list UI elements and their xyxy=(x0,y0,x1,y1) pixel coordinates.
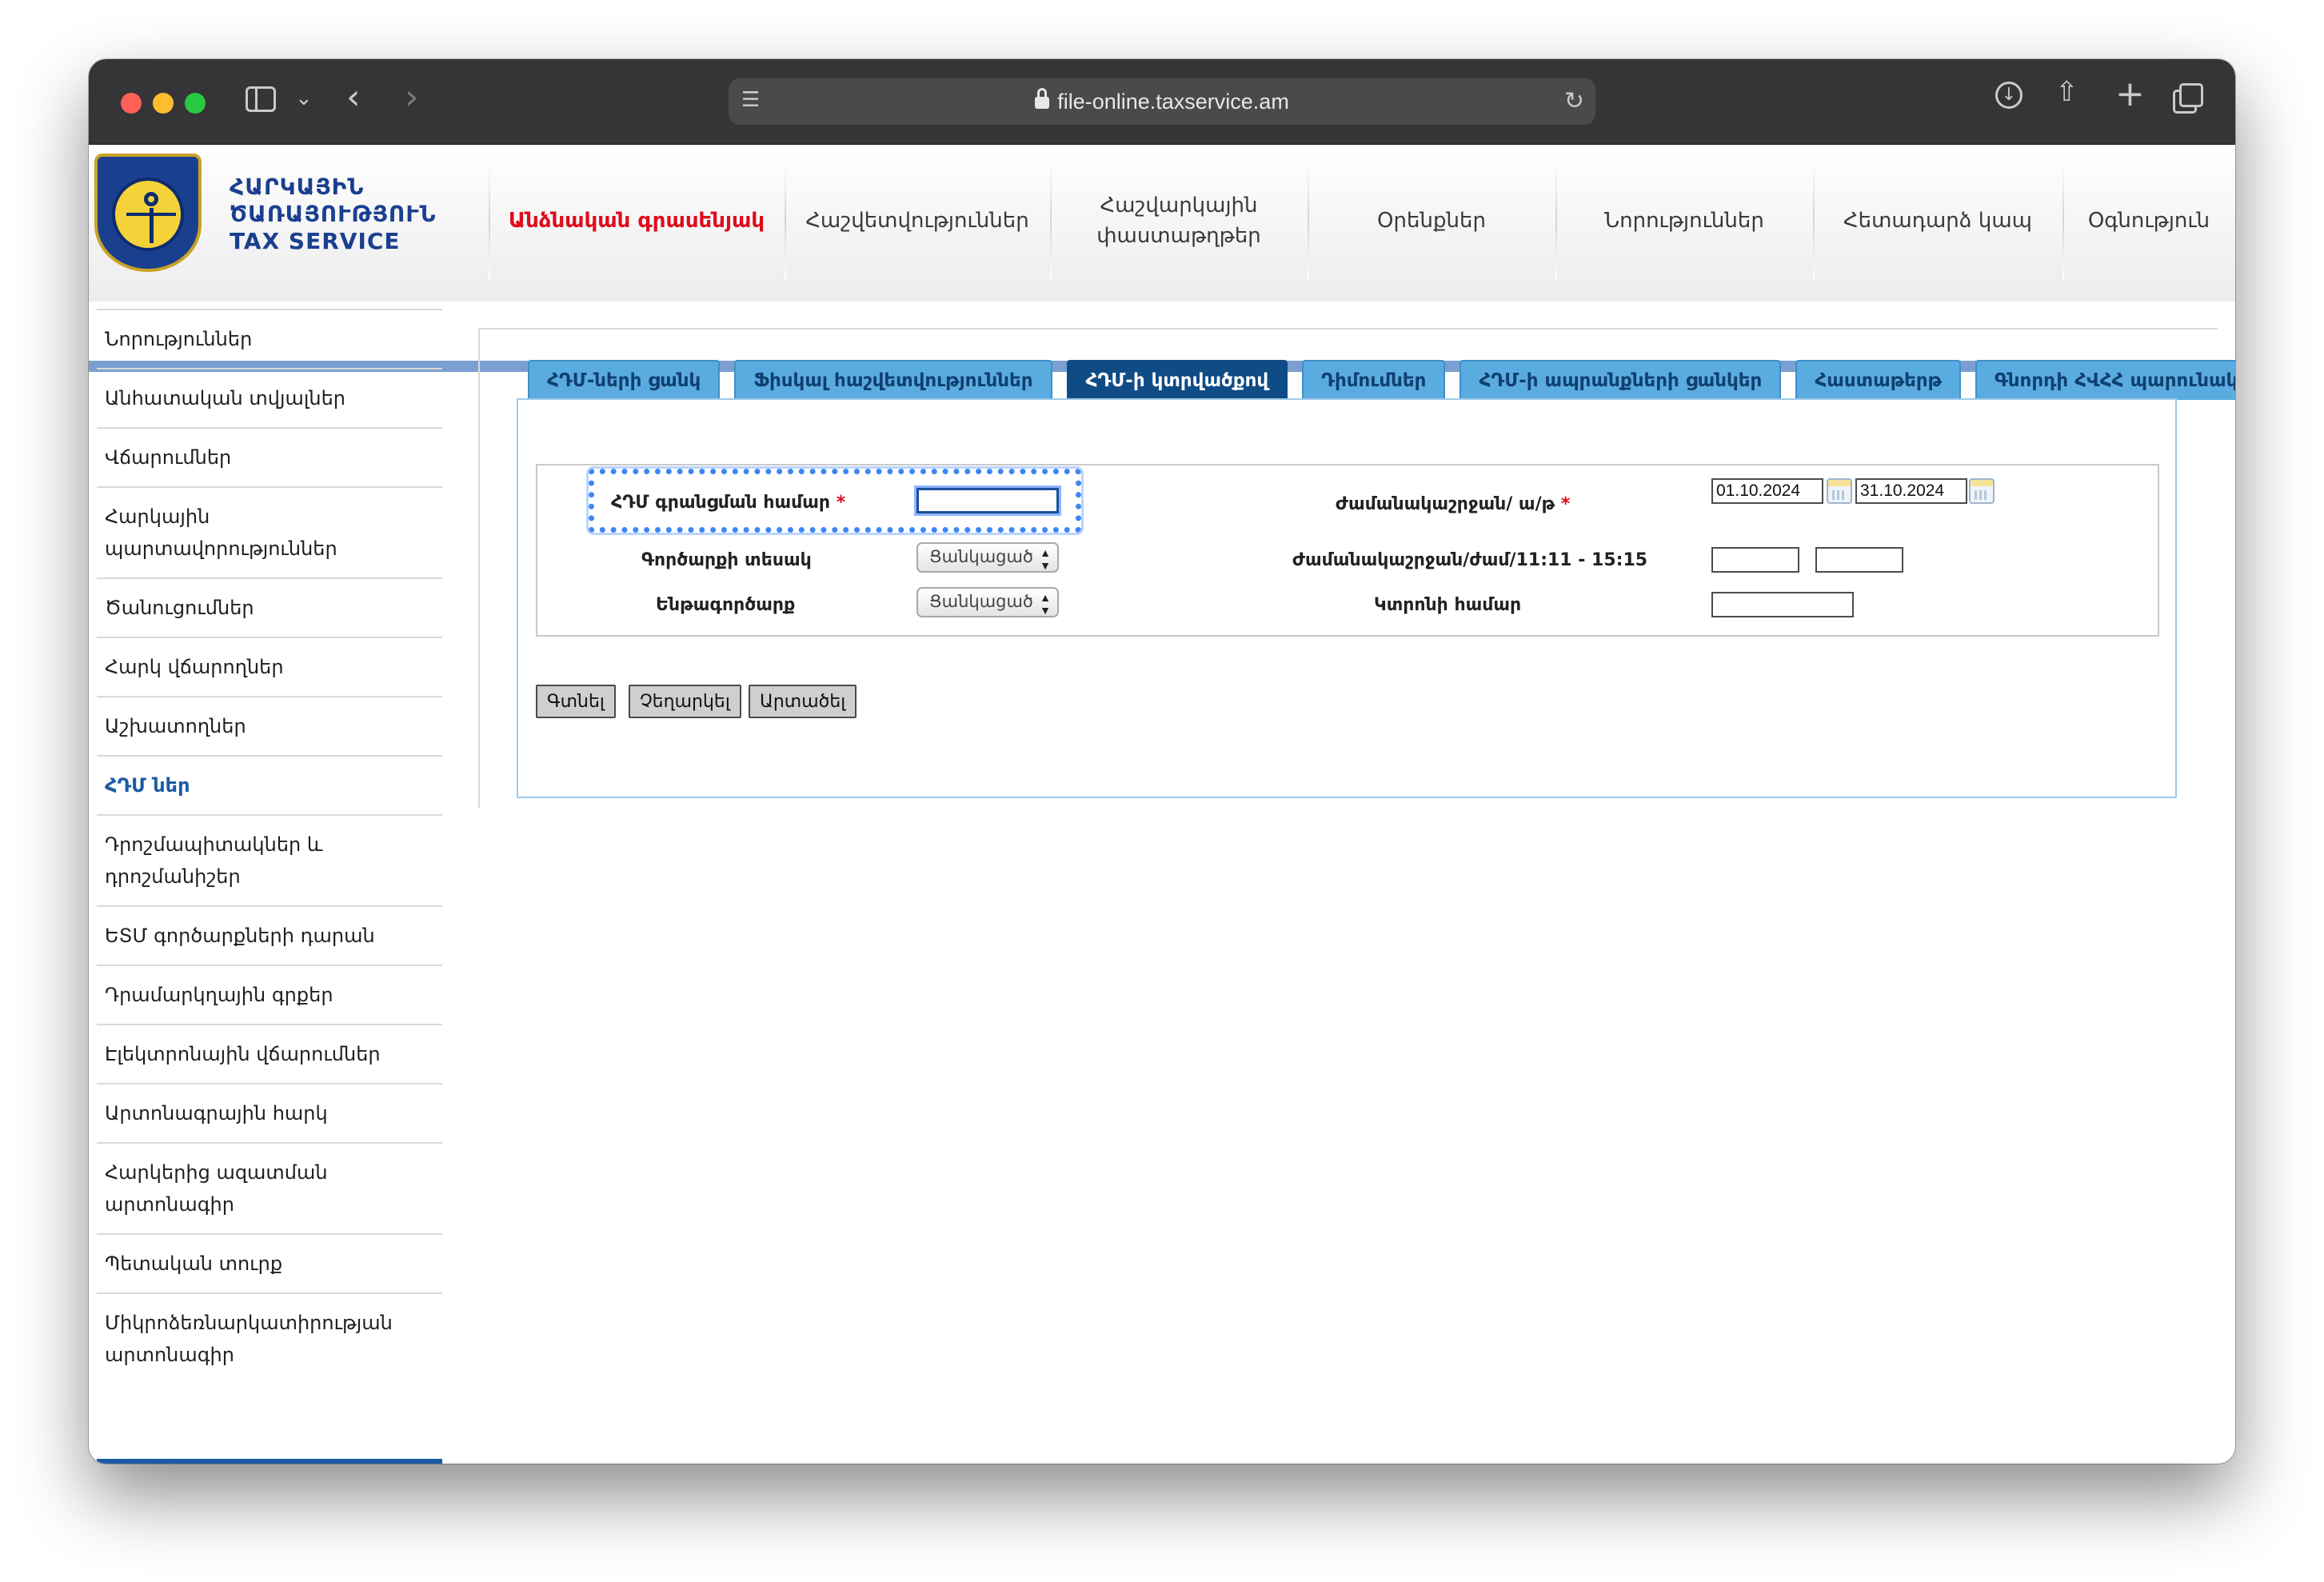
ecr-reg-label: ՀԴՄ գրանցման համար * xyxy=(611,493,846,513)
forward-arrow-icon[interactable]: › xyxy=(405,80,419,115)
time-period-label: Ժամանակաշրջան/ժամ/11:11 - 15:15 xyxy=(1292,550,1648,570)
tab-staff-list[interactable]: Հաստաթերթ xyxy=(1795,360,1962,400)
sidebar-item-stamps[interactable]: Դրոշմապիտակներ և դրոշմանիշեր xyxy=(97,814,442,905)
time-from-input[interactable] xyxy=(1711,547,1799,573)
sidebar-toggle-icon[interactable] xyxy=(246,86,276,112)
share-icon[interactable]: ⇧ xyxy=(2055,78,2078,106)
sidebar-menu: Նորություններ Անհատական տվյալներ Վճարում… xyxy=(97,309,442,1384)
close-window-button[interactable] xyxy=(121,93,142,114)
sidebar-item-tax-liabilities[interactable]: Հարկային պարտավորություններ xyxy=(97,486,442,577)
ecr-reg-input[interactable] xyxy=(914,485,1061,516)
sidebar-item-tax-exemption[interactable]: Հարկերից ազատման արտոնագիր xyxy=(97,1142,442,1233)
sidebar-item-electronic-payments[interactable]: Էլեկտրոնային վճարումներ xyxy=(97,1024,442,1083)
tab-buyer-tin-receipts[interactable]: Գնորդի ՀՎՀՀ պարունակող կտրոններ xyxy=(1975,360,2235,400)
logo-line: ՀԱՐԿԱՅԻՆ xyxy=(230,174,365,200)
sidebar-item-cash-books[interactable]: Դրամարկղային գրքեր xyxy=(97,965,442,1024)
export-button[interactable]: Արտածել xyxy=(749,685,857,718)
suboperation-label: Ենթագործարք xyxy=(656,595,796,615)
sidebar-item-ecr[interactable]: ՀԴՄ ներ xyxy=(97,755,442,814)
tab-content: ՀԴՄ գրանցման համար * Ժամանակաշրջան/ ա/թ … xyxy=(517,398,2177,798)
sidebar-item-notifications[interactable]: Ծանուցումներ xyxy=(97,577,442,637)
tab-strip: ՀԴՄ-ների ցանկ Ֆիսկալ հաշվետվություններ Հ… xyxy=(528,360,2235,400)
address-bar[interactable]: ☰ file-online.taxservice.am ↻ xyxy=(729,78,1595,125)
logo-line: ԾԱՌԱՅՈՒԹՅՈՒՆ xyxy=(230,201,437,227)
sidebar-item-license-tax[interactable]: Արտոնագրային հարկ xyxy=(97,1083,442,1142)
select-arrows-icon: ▲ ▼ xyxy=(1040,591,1051,617)
sidebar-item-state-duty[interactable]: Պետական տուրք xyxy=(97,1233,442,1292)
sidebar-item-employees[interactable]: Աշխատողներ xyxy=(97,696,442,755)
logo-line: TAX SERVICE xyxy=(230,228,401,254)
site-header: ՀԱՐԿԱՅԻՆ ԾԱՌԱՅՈՒԹՅՈՒՆ TAX SERVICE Անձնակ… xyxy=(89,145,2235,372)
search-button[interactable]: Գտնել xyxy=(536,685,616,718)
site-logo-text[interactable]: ՀԱՐԿԱՅԻՆ ԾԱՌԱՅՈՒԹՅՈՒՆ TAX SERVICE xyxy=(230,174,437,255)
operation-type-label: Գործարքի տեսակ xyxy=(641,550,812,570)
sidebar-item-news[interactable]: Նորություններ xyxy=(97,309,442,368)
tab-by-ecr[interactable]: ՀԴՄ-ի կտրվածքով xyxy=(1066,360,1288,400)
calendar-icon[interactable] xyxy=(1969,478,1995,504)
chevron-down-icon[interactable]: ⌄ xyxy=(295,88,313,109)
reset-button[interactable]: Չեղարկել xyxy=(629,685,741,718)
receipt-number-label: Կտրոնի համար xyxy=(1374,595,1522,615)
top-navigation: Անձնական գրասենյակ Հաշվետվություններ Հաշ… xyxy=(489,145,2235,302)
sidebar-item-taxpayers[interactable]: Հարկ վճարողներ xyxy=(97,637,442,696)
time-to-input[interactable] xyxy=(1815,547,1903,573)
sidebar-item-microbusiness[interactable]: Միկրոձեռնարկատիրության արտոնագիր xyxy=(97,1292,442,1384)
date-from-input[interactable] xyxy=(1711,478,1823,504)
receipt-number-input[interactable] xyxy=(1711,592,1854,617)
tab-ecr-list[interactable]: ՀԴՄ-ների ցանկ xyxy=(528,360,721,400)
browser-toolbar: ⌄ ‹ › ☰ file-online.taxservice.am ↻ ↓ ⇧ … xyxy=(89,59,2235,145)
tab-overview-icon[interactable] xyxy=(2173,83,2203,114)
tab-applications[interactable]: Դիմումներ xyxy=(1302,360,1446,400)
nav-feedback[interactable]: Հետադարձ կապ xyxy=(1813,145,2062,297)
suboperation-select[interactable]: Ցանկացած ▲ ▼ xyxy=(916,587,1059,617)
suboperation-value: Ցանկացած xyxy=(929,593,1033,611)
nav-settlement-documents[interactable]: Հաշվարկային փաստաթղթեր xyxy=(1050,145,1308,297)
browser-window: ⌄ ‹ › ☰ file-online.taxservice.am ↻ ↓ ⇧ … xyxy=(89,59,2235,1464)
nav-personal-office[interactable]: Անձնական գրասենյակ xyxy=(489,145,785,297)
main-content: ՀԴՄ-ների ցանկ Ֆիսկալ հաշվետվություններ Հ… xyxy=(478,328,2235,808)
download-icon[interactable]: ↓ xyxy=(1995,82,2023,109)
nav-reports[interactable]: Հաշվետվություններ xyxy=(785,145,1050,297)
minimize-window-button[interactable] xyxy=(153,93,174,114)
operation-type-select[interactable]: Ցանկացած ▲ ▼ xyxy=(916,542,1059,573)
nav-help[interactable]: Օգնություն xyxy=(2062,145,2235,297)
new-tab-icon[interactable]: + xyxy=(2115,77,2145,112)
nav-news[interactable]: Նորություններ xyxy=(1555,145,1813,297)
reload-icon[interactable]: ↻ xyxy=(1564,90,1584,114)
sidebar-item-eaeu-transactions[interactable]: ԵՏՄ գործարքների դարան xyxy=(97,905,442,965)
tab-ecr-product-lists[interactable]: ՀԴՄ-ի ապրանքների ցանկեր xyxy=(1459,360,1782,400)
operation-type-value: Ցանկացած xyxy=(929,548,1033,566)
period-label: Ժամանակաշրջան/ ա/թ * xyxy=(1336,494,1571,514)
search-form: ՀԴՄ գրանցման համար * Ժամանակաշրջան/ ա/թ … xyxy=(536,464,2159,637)
tax-service-emblem[interactable] xyxy=(94,154,202,272)
calendar-icon[interactable] xyxy=(1827,478,1852,504)
date-to-input[interactable] xyxy=(1855,478,1967,504)
back-arrow-icon[interactable]: ‹ xyxy=(346,80,361,115)
url-text: file-online.taxservice.am xyxy=(1057,89,1289,114)
sidebar-bottom-bar xyxy=(97,1459,442,1464)
tab-fiscal-reports[interactable]: Ֆիսկալ հաշվետվություններ xyxy=(734,360,1052,400)
nav-laws[interactable]: Օրենքներ xyxy=(1308,145,1555,297)
sidebar-item-payments[interactable]: Վճարումներ xyxy=(97,427,442,486)
sidebar-item-personal-data[interactable]: Անհատական տվյալներ xyxy=(97,368,442,427)
lock-icon xyxy=(1035,88,1050,112)
select-arrows-icon: ▲ ▼ xyxy=(1040,546,1051,572)
zoom-window-button[interactable] xyxy=(185,93,206,114)
